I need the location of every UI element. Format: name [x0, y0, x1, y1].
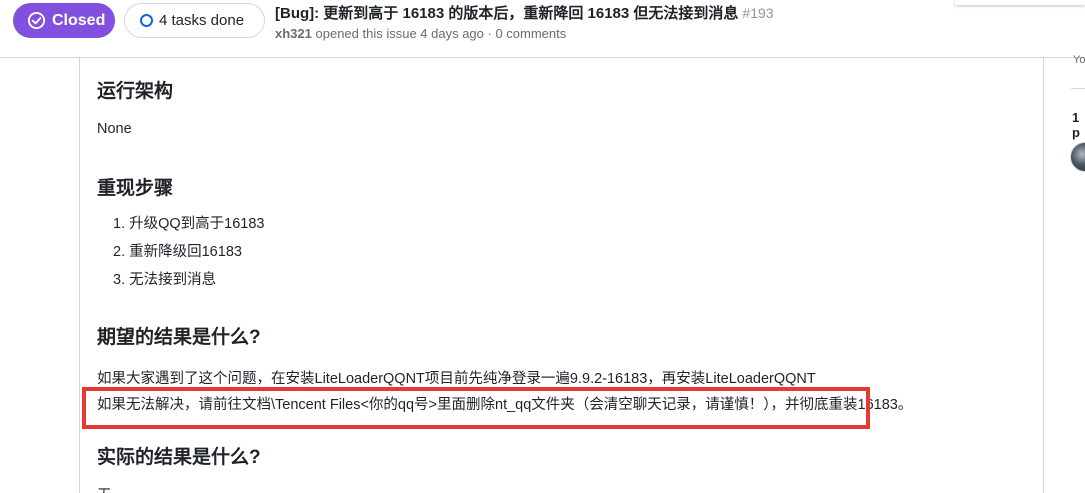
- issue-header: Closed 4 tasks done [Bug]: 更新到高于 16183 的…: [0, 0, 1085, 58]
- avatar[interactable]: [1070, 142, 1085, 172]
- heading-actual: 实际的结果是什么?: [97, 447, 261, 468]
- issue-title-text: [Bug]: 更新到高于 16183 的版本后，重新降回 16183 但无法接到…: [275, 5, 739, 22]
- issue-number: #193: [742, 5, 774, 21]
- check-circle-icon: [27, 11, 46, 30]
- heading-repro: 重现步骤: [97, 178, 174, 199]
- heading-arch: 运行架构: [97, 81, 174, 102]
- steps-list: 1. 升级QQ到高于16183 2. 重新降级回16183 3. 无法接到消息: [113, 212, 265, 296]
- list-item: 2. 重新降级回16183: [113, 244, 242, 260]
- status-label: Closed: [52, 11, 106, 29]
- list-item: 1. 升级QQ到高于16183: [113, 216, 265, 232]
- author-link[interactable]: xh321: [275, 26, 312, 41]
- participants-count: 1 p: [1072, 110, 1080, 140]
- issue-title: [Bug]: 更新到高于 16183 的版本后，重新降回 16183 但无法接到…: [275, 2, 774, 23]
- arch-value: None: [97, 121, 132, 137]
- tasks-done-button[interactable]: 4 tasks done: [124, 3, 265, 38]
- closed-status-badge: Closed: [13, 3, 115, 38]
- meta-text: opened this issue 4 days ago · 0 comment…: [315, 26, 567, 41]
- progress-ring-icon: [140, 14, 153, 27]
- sidebar-truncated-label: Yo: [1073, 54, 1085, 66]
- expected-line-1: 如果大家遇到了这个问题，在安装LiteLoaderQQNT项目前先纯净登录一遍9…: [97, 371, 816, 387]
- sidebar-divider: [1071, 88, 1085, 89]
- floating-panel-edge: [955, 0, 1085, 5]
- heading-expected: 期望的结果是什么?: [97, 327, 261, 348]
- issue-meta: xh321 opened this issue 4 days ago · 0 c…: [275, 26, 566, 41]
- list-item: 3. 无法接到消息: [113, 272, 217, 288]
- highlight-box: [82, 387, 870, 429]
- actual-value: 无: [97, 484, 112, 493]
- tasks-label: 4 tasks done: [159, 12, 245, 29]
